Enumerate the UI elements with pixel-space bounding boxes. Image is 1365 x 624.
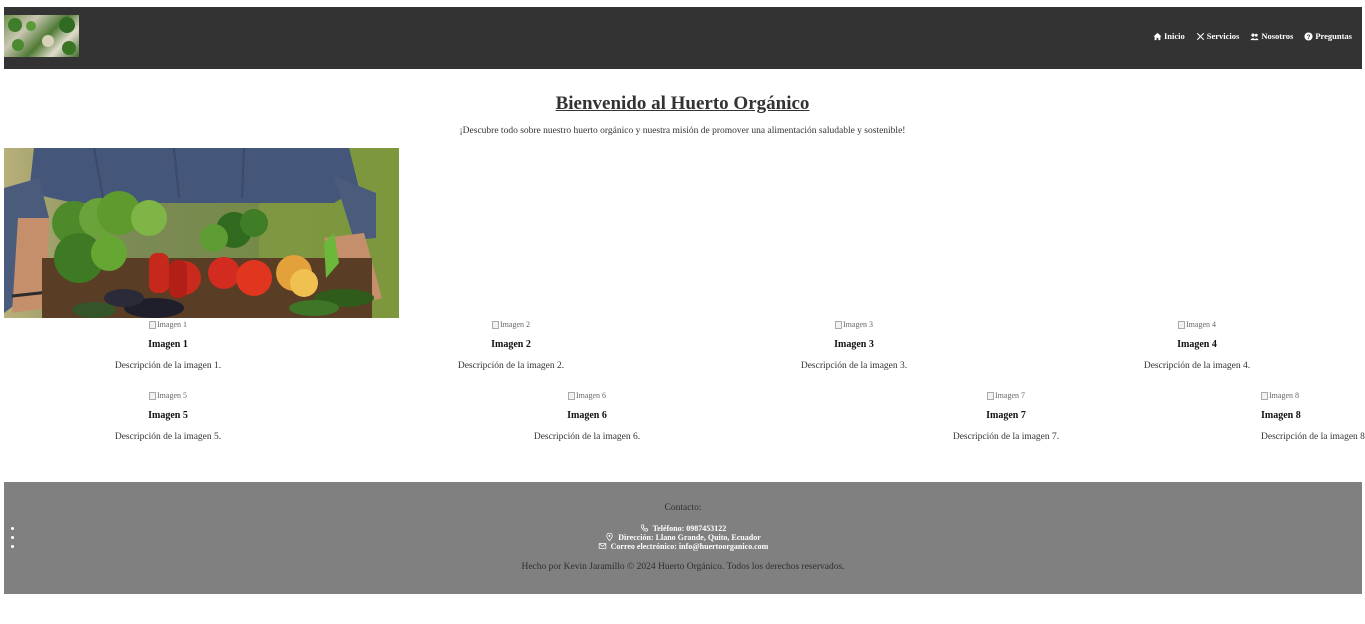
- gallery-item-4: Imagen 4 Imagen 4 Descripción de la imag…: [1097, 320, 1297, 371]
- gallery-description: Descripción de la imagen 4.: [1143, 361, 1251, 371]
- gallery-image-3: Imagen 3: [754, 320, 954, 330]
- nav-servicios-label: Servicios: [1206, 31, 1240, 41]
- contact-address: Dirección: Llano Grande, Quito, Ecuador: [4, 533, 1362, 542]
- gallery-image-5: Imagen 5: [68, 391, 268, 401]
- bullet: [11, 527, 14, 530]
- hero-image: [4, 148, 399, 318]
- gallery-item-7: Imagen 7 Imagen 7 Descripción de la imag…: [906, 391, 1106, 442]
- broken-image-icon: [568, 392, 575, 400]
- broken-image-icon: [492, 321, 499, 329]
- gallery-description: Descripción de la imagen 8.: [1261, 432, 1365, 442]
- gallery-title: Imagen 7: [986, 410, 1026, 421]
- svg-text:?: ?: [1307, 33, 1311, 40]
- home-icon: [1153, 32, 1162, 40]
- nav-nosotros[interactable]: Nosotros: [1250, 31, 1293, 41]
- gallery-image-2: Imagen 2: [411, 320, 611, 330]
- gallery-item-8: Imagen 8 Imagen 8 Descripción de la imag…: [1259, 391, 1365, 442]
- gallery-title: Imagen 6: [567, 410, 607, 421]
- gallery-image-4: Imagen 4: [1097, 320, 1297, 330]
- gallery-description: Descripción de la imagen 6.: [533, 432, 641, 442]
- question-icon: ?: [1304, 31, 1313, 40]
- nav-nosotros-label: Nosotros: [1261, 31, 1294, 41]
- location-pin-icon: [606, 533, 613, 541]
- gallery-image-alt: Imagen 6: [576, 391, 606, 400]
- gallery-description: Descripción de la imagen 2.: [457, 361, 565, 371]
- gallery-item-3: Imagen 3 Imagen 3 Descripción de la imag…: [754, 320, 954, 371]
- nav-servicios[interactable]: Servicios: [1196, 31, 1240, 41]
- broken-image-icon: [1261, 392, 1268, 400]
- tools-icon: [1196, 32, 1204, 40]
- gallery-image-alt: Imagen 8: [1269, 391, 1299, 400]
- contact-list: Teléfono: 0987453122 Dirección: Llano Gr…: [4, 524, 1362, 551]
- broken-image-icon: [987, 392, 994, 400]
- contact-email-text[interactable]: Correo electrónico: info@huertoorganico.…: [611, 542, 769, 551]
- users-icon: [1250, 33, 1260, 40]
- nav-inicio[interactable]: Inicio: [1153, 31, 1185, 41]
- gallery-image-alt: Imagen 1: [157, 320, 187, 329]
- main-nav: Inicio Servicios Nosotros ? Preguntas: [1153, 31, 1352, 41]
- nav-inicio-label: Inicio: [1163, 31, 1185, 41]
- gallery-description: Descripción de la imagen 1.: [114, 361, 222, 371]
- gallery-description: Descripción de la imagen 7.: [952, 432, 1060, 442]
- page-subtitle: ¡Descubre todo sobre nuestro huerto orgá…: [459, 126, 906, 136]
- gallery-description: Descripción de la imagen 5.: [114, 432, 222, 442]
- envelope-icon: [598, 543, 606, 549]
- broken-image-icon: [835, 321, 842, 329]
- gallery-image-1: Imagen 1: [68, 320, 268, 330]
- gallery-image-alt: Imagen 2: [500, 320, 530, 329]
- contact-email: Correo electrónico: info@huertoorganico.…: [4, 542, 1362, 551]
- gallery-item-2: Imagen 2 Imagen 2 Descripción de la imag…: [411, 320, 611, 371]
- gallery-title: Imagen 4: [1177, 339, 1217, 350]
- gallery-image-7: Imagen 7: [906, 391, 1106, 401]
- page-title: Bienvenido al Huerto Orgánico: [555, 93, 810, 114]
- contact-phone: Teléfono: 0987453122: [4, 524, 1362, 533]
- contact-phone-text: Teléfono: 0987453122: [652, 524, 727, 533]
- gallery-image-alt: Imagen 4: [1186, 320, 1216, 329]
- broken-image-icon: [149, 321, 156, 329]
- gallery-image-alt: Imagen 3: [843, 320, 873, 329]
- bullet: [11, 545, 14, 548]
- nav-preguntas[interactable]: ? Preguntas: [1304, 31, 1352, 41]
- broken-image-icon: [149, 392, 156, 400]
- site-header: Inicio Servicios Nosotros ? Preguntas: [4, 5, 1362, 69]
- logo[interactable]: [4, 15, 79, 57]
- gallery-item-1: Imagen 1 Imagen 1 Descripción de la imag…: [68, 320, 268, 371]
- copyright-text: Hecho por Kevin Jaramillo © 2024 Huerto …: [521, 562, 845, 572]
- contact-address-text: Dirección: Llano Grande, Quito, Ecuador: [618, 533, 761, 542]
- gallery-title: Imagen 3: [834, 339, 874, 350]
- gallery-image-6: Imagen 6: [487, 391, 687, 401]
- gallery-image-alt: Imagen 5: [157, 391, 187, 400]
- gallery-title: Imagen 5: [148, 410, 188, 421]
- gallery-image-8: Imagen 8: [1259, 391, 1363, 401]
- gallery-title: Imagen 2: [491, 339, 531, 350]
- contact-title: Contacto:: [664, 503, 702, 513]
- gallery-item-6: Imagen 6 Imagen 6 Descripción de la imag…: [487, 391, 687, 442]
- gallery-title: Imagen 1: [148, 339, 188, 350]
- phone-icon: [640, 524, 648, 532]
- gallery-title: Imagen 8: [1261, 410, 1301, 421]
- bullet: [11, 536, 14, 539]
- site-footer: Contacto: Teléfono: 0987453122 Dirección…: [4, 482, 1362, 594]
- nav-preguntas-label: Preguntas: [1315, 31, 1352, 41]
- broken-image-icon: [1178, 321, 1185, 329]
- gallery-description: Descripción de la imagen 3.: [800, 361, 908, 371]
- gallery-image-alt: Imagen 7: [995, 391, 1025, 400]
- gallery-item-5: Imagen 5 Imagen 5 Descripción de la imag…: [68, 391, 268, 442]
